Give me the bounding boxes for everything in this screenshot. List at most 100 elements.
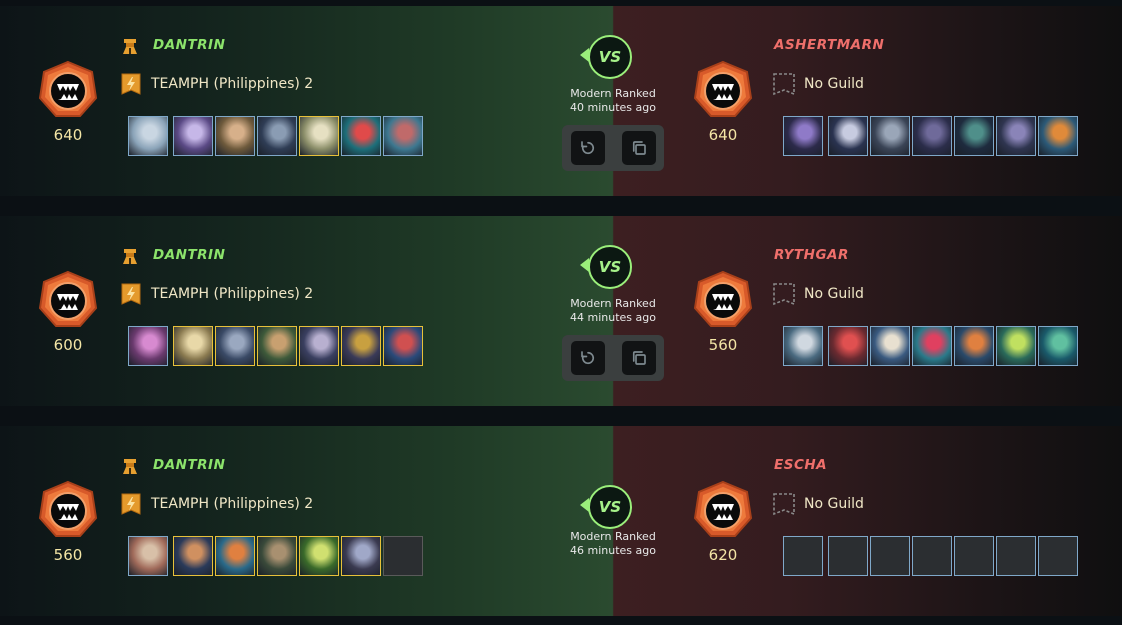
opponent-rank-badge-icon [693, 270, 753, 330]
player-team-cards [128, 116, 425, 156]
summoner-card[interactable] [783, 116, 823, 156]
opponent-guild-name: No Guild [804, 496, 864, 512]
monster-card[interactable] [173, 116, 213, 156]
monster-card[interactable] [341, 116, 381, 156]
monster-card[interactable] [912, 116, 952, 156]
player-name[interactable]: DANTRIN [153, 37, 225, 53]
monster-card[interactable] [912, 326, 952, 366]
opponent-team-cards [783, 536, 1080, 576]
battle-row[interactable]: 640 DANTRIN TEAMPH (Philippines) 2 VS Mo… [0, 6, 1122, 196]
battle-mode: Modern Ranked [570, 530, 656, 543]
opponent-rating: 560 [708, 336, 738, 354]
monster-card[interactable] [299, 116, 339, 156]
monster-card[interactable] [870, 326, 910, 366]
battle-time: 44 minutes ago [570, 311, 656, 324]
summoner-card[interactable] [128, 116, 168, 156]
monster-card[interactable] [870, 116, 910, 156]
monster-card[interactable] [954, 116, 994, 156]
monster-card[interactable] [996, 326, 1036, 366]
battle-info: Modern Ranked 46 minutes ago [553, 530, 673, 558]
monster-card[interactable] [215, 536, 255, 576]
monster-card[interactable] [299, 326, 339, 366]
replay-button[interactable] [570, 131, 605, 165]
vs-label: VS [588, 245, 632, 289]
empty-card-slot [996, 536, 1036, 576]
player-guild[interactable]: TEAMPH (Philippines) 2 [119, 281, 313, 307]
opponent-rank-badge-icon [693, 60, 753, 120]
monster-card[interactable] [257, 116, 297, 156]
player-guild-name: TEAMPH (Philippines) 2 [151, 496, 314, 512]
no-guild-icon [772, 282, 796, 306]
monster-card[interactable] [828, 116, 868, 156]
replay-icon [579, 349, 597, 367]
player-team-cards [128, 536, 425, 576]
monster-card[interactable] [954, 326, 994, 366]
empty-card-slot [912, 536, 952, 576]
battle-mode: Modern Ranked [570, 87, 656, 100]
opponent-guild: No Guild [772, 491, 864, 517]
opponent-rating: 640 [708, 126, 738, 144]
no-guild-icon [772, 72, 796, 96]
summoner-card[interactable] [128, 326, 168, 366]
player-guild-name: TEAMPH (Philippines) 2 [151, 76, 314, 92]
player-guild-name: TEAMPH (Philippines) 2 [151, 286, 314, 302]
player-rating: 560 [53, 546, 83, 564]
monster-card[interactable] [341, 326, 381, 366]
empty-card-slot [870, 536, 910, 576]
monster-card[interactable] [828, 326, 868, 366]
monster-card[interactable] [383, 326, 423, 366]
copy-button[interactable] [621, 341, 656, 375]
guild-banner-icon [119, 492, 143, 516]
vs-label: VS [588, 485, 632, 529]
opponent-guild-name: No Guild [804, 286, 864, 302]
battle-row[interactable]: 560 DANTRIN TEAMPH (Philippines) 2 VS Mo… [0, 426, 1122, 616]
opponent-guild-name: No Guild [804, 76, 864, 92]
monster-card[interactable] [996, 116, 1036, 156]
player-rank-badge-icon [38, 270, 98, 330]
guild-banner-icon [119, 72, 143, 96]
empty-card-slot [1038, 536, 1078, 576]
battle-info: Modern Ranked 44 minutes ago [553, 297, 673, 325]
opponent-guild: No Guild [772, 281, 864, 307]
monster-card[interactable] [383, 116, 423, 156]
summoner-card[interactable] [128, 536, 168, 576]
player-rank-badge-icon [38, 480, 98, 540]
monster-card[interactable] [341, 536, 381, 576]
replay-icon [579, 139, 597, 157]
monster-card[interactable] [215, 326, 255, 366]
battle-mode: Modern Ranked [570, 297, 656, 310]
player-team-cards [128, 326, 425, 366]
battle-time: 40 minutes ago [570, 101, 656, 114]
battle-row[interactable]: 600 DANTRIN TEAMPH (Philippines) 2 VS Mo… [0, 216, 1122, 406]
empty-card-slot [828, 536, 868, 576]
opponent-name[interactable]: ESCHA [774, 457, 827, 473]
empty-card-slot [383, 536, 423, 576]
player-icon [121, 247, 139, 265]
monster-card[interactable] [257, 326, 297, 366]
player-guild[interactable]: TEAMPH (Philippines) 2 [119, 71, 313, 97]
empty-card-slot [954, 536, 994, 576]
vs-label: VS [588, 35, 632, 79]
monster-card[interactable] [1038, 116, 1078, 156]
monster-card[interactable] [173, 536, 213, 576]
player-name[interactable]: DANTRIN [153, 247, 225, 263]
monster-card[interactable] [215, 116, 255, 156]
battle-actions [562, 125, 664, 171]
monster-card[interactable] [1038, 326, 1078, 366]
opponent-guild: No Guild [772, 71, 864, 97]
player-rating: 640 [53, 126, 83, 144]
copy-button[interactable] [621, 131, 656, 165]
player-icon [121, 457, 139, 475]
summoner-card[interactable] [783, 326, 823, 366]
player-name[interactable]: DANTRIN [153, 457, 225, 473]
guild-banner-icon [119, 282, 143, 306]
monster-card[interactable] [173, 326, 213, 366]
monster-card[interactable] [299, 536, 339, 576]
monster-card[interactable] [257, 536, 297, 576]
opponent-name[interactable]: ASHERTMARN [774, 37, 884, 53]
empty-card-slot [783, 536, 823, 576]
opponent-name[interactable]: RYTHGAR [774, 247, 849, 263]
replay-button[interactable] [570, 341, 605, 375]
copy-icon [630, 139, 648, 157]
player-guild[interactable]: TEAMPH (Philippines) 2 [119, 491, 313, 517]
